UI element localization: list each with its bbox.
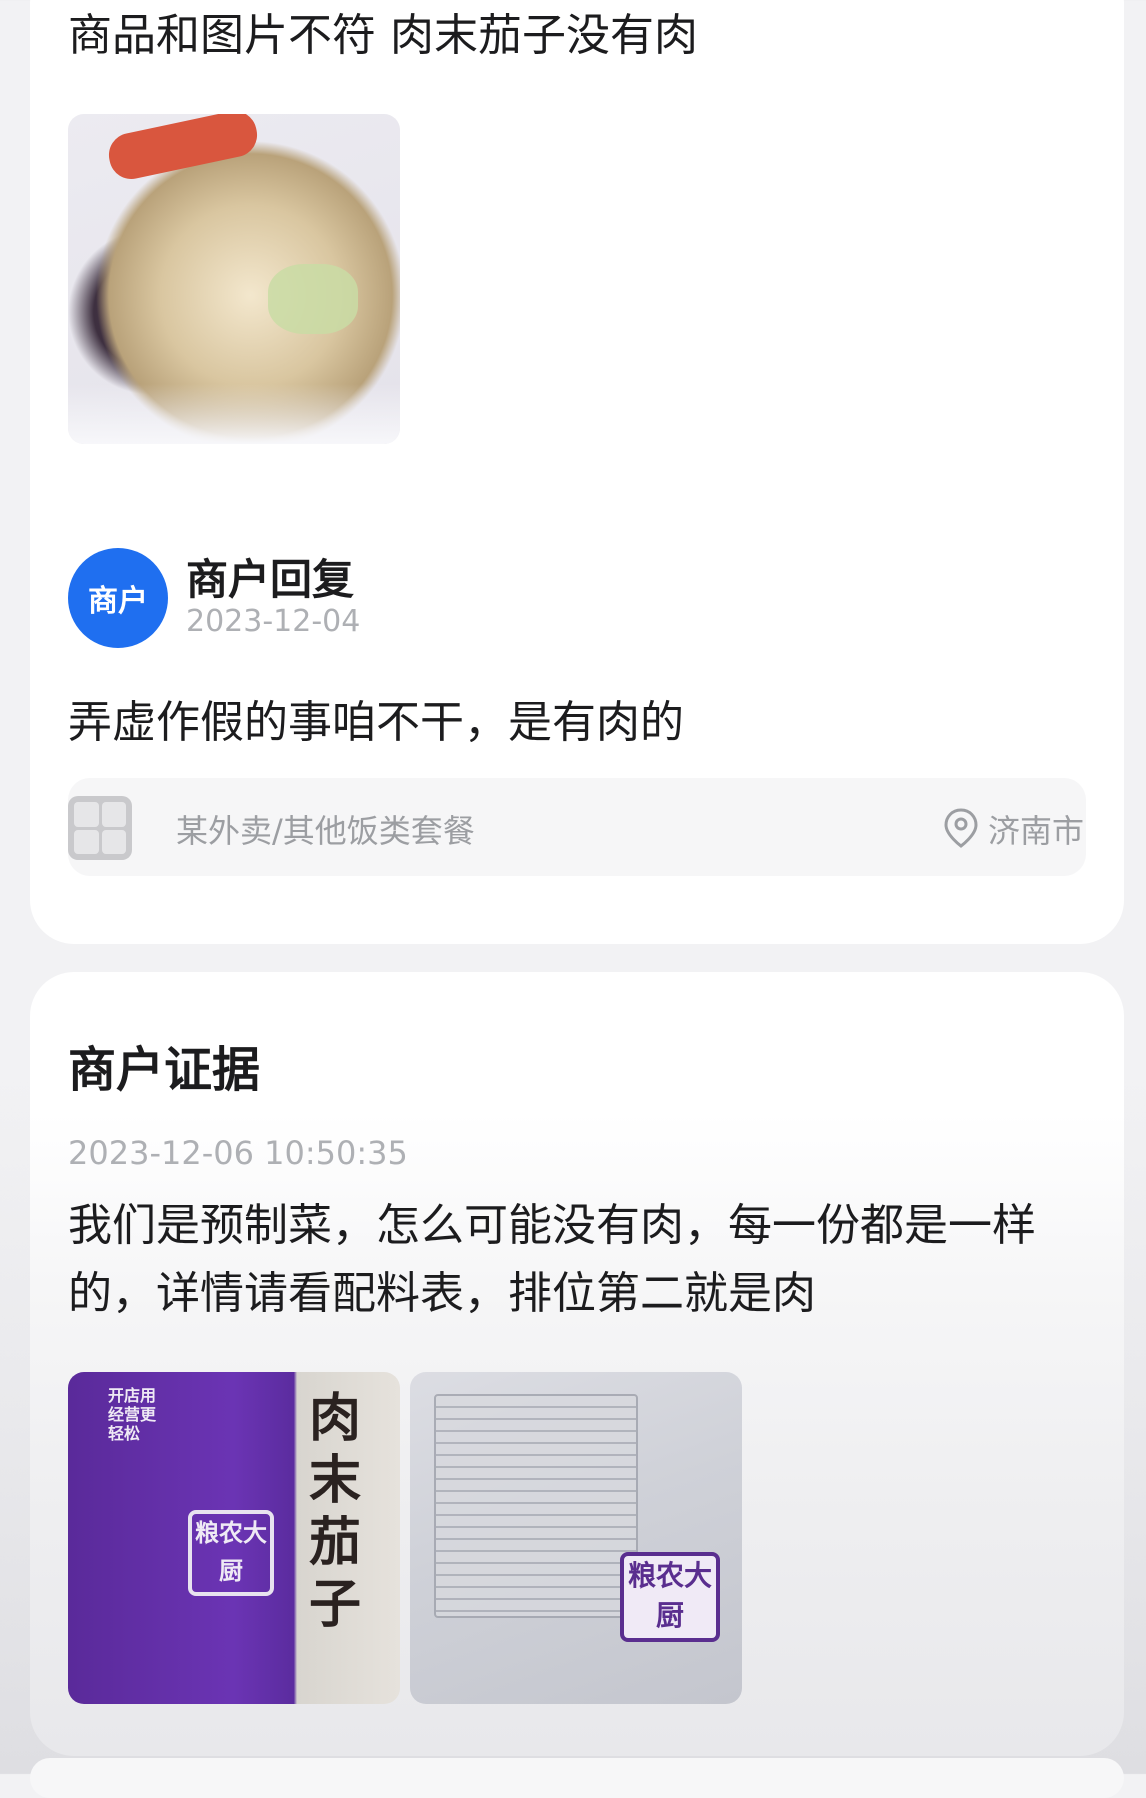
review-card: 商品和图片不符 肉末茄子没有肉 商户 商户回复 2023-12-04 弄虚作假的… <box>30 0 1124 944</box>
merchant-reply-date: 2023-12-04 <box>186 604 361 639</box>
next-card-peek <box>30 1758 1124 1798</box>
evidence-photo-ingredients[interactable]: 粮农大厨 <box>410 1372 742 1704</box>
review-text: 商品和图片不符 肉末茄子没有肉 <box>68 10 698 61</box>
bowl-rim <box>68 384 400 444</box>
review-photo[interactable] <box>68 114 400 444</box>
merchant-reply-title: 商户回复 <box>186 555 355 604</box>
package-side-text: 开店用 经营更轻松 <box>108 1386 157 1443</box>
location-pin-icon <box>944 808 978 848</box>
shop-thumbnail <box>68 796 132 860</box>
evidence-text: 我们是预制菜，怎么可能没有肉，每一份都是一样的，详情请看配料表，排位第二就是肉 <box>68 1200 1036 1319</box>
shop-name: 某外卖/其他饭类套餐 <box>176 812 475 850</box>
location-text: 济南市 <box>988 812 1085 850</box>
package-brand-stamp-2: 粮农大厨 <box>620 1552 720 1642</box>
carrot-shape <box>104 114 262 184</box>
merchant-evidence-card: 商户证据 2023-12-06 10:50:35 我们是预制菜，怎么可能没有肉，… <box>30 972 1124 1756</box>
evidence-photo-package[interactable]: 开店用 经营更轻松 粮农大厨 肉末茄子 <box>68 1372 400 1704</box>
shop-info-bar[interactable]: 某外卖/其他饭类套餐 济南市 <box>68 778 1086 876</box>
evidence-timestamp: 2023-12-06 10:50:35 <box>68 1134 408 1172</box>
evidence-title: 商户证据 <box>68 1042 261 1098</box>
cabbage-shape <box>268 264 358 334</box>
merchant-reply-text: 弄虚作假的事咱不干，是有肉的 <box>68 697 684 748</box>
merchant-avatar: 商户 <box>68 548 168 648</box>
ingredient-label <box>434 1394 638 1618</box>
package-brand-stamp: 粮农大厨 <box>188 1510 274 1596</box>
package-product-name: 肉末茄子 <box>308 1388 361 1635</box>
